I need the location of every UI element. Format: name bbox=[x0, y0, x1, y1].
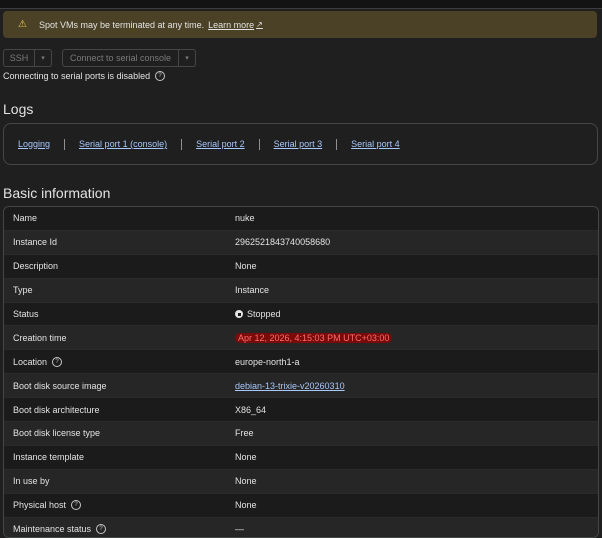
table-row: In use by None bbox=[4, 469, 598, 494]
row-key: Boot disk architecture bbox=[13, 404, 100, 415]
basic-information-table: Name nuke Instance Id 296252184374005868… bbox=[3, 206, 599, 538]
creation-time-value: Apr 12, 2026, 4:15:03 PM UTC+03:00 bbox=[235, 332, 393, 343]
row-key: Maintenance status ? bbox=[4, 524, 235, 535]
table-row: Type Instance bbox=[4, 278, 598, 303]
boot-disk-image-link-text[interactable]: debian-13-trixie-v20260310 bbox=[235, 381, 345, 391]
logs-links-panel: Logging Serial port 1 (console) Serial p… bbox=[3, 123, 598, 165]
row-key: Boot disk license type bbox=[13, 428, 101, 439]
table-row: Instance Id 2962521843740058680 bbox=[4, 230, 598, 255]
chevron-down-icon: ▾ bbox=[41, 55, 45, 62]
row-value: None bbox=[235, 500, 257, 511]
location-key-text: Location bbox=[13, 356, 48, 367]
ssh-button[interactable]: SSH bbox=[3, 49, 35, 67]
table-row: Location ? europe-north1-a bbox=[4, 350, 598, 375]
table-row: Boot disk license type Free bbox=[4, 422, 598, 446]
serial-port-3-link[interactable]: Serial port 3 bbox=[274, 139, 323, 149]
row-value: — bbox=[235, 524, 244, 535]
serial-port-1-link[interactable]: Serial port 1 (console) bbox=[79, 139, 167, 149]
warning-icon: ⚠ bbox=[18, 19, 27, 30]
chevron-down-icon: ▾ bbox=[185, 55, 189, 62]
learn-more-link[interactable]: Learn more ↗ bbox=[208, 20, 263, 30]
spot-vm-warning-banner: ⚠ Spot VMs may be terminated at any time… bbox=[3, 11, 597, 38]
row-key: In use by bbox=[13, 476, 50, 487]
table-row: Physical host ? None bbox=[4, 493, 598, 518]
row-value: None bbox=[235, 476, 257, 487]
row-key: Instance template bbox=[13, 452, 85, 463]
physical-host-key-text: Physical host bbox=[13, 500, 67, 511]
divider bbox=[258, 138, 260, 150]
table-row: Name nuke bbox=[4, 207, 598, 231]
ssh-button-group: SSH ▾ bbox=[3, 49, 52, 67]
serial-console-dropdown-button[interactable]: ▾ bbox=[179, 49, 196, 67]
creation-time-text: Apr 12, 2026, 4:15:03 PM UTC+03:00 bbox=[235, 332, 393, 343]
row-key: Physical host ? bbox=[4, 500, 235, 511]
help-icon[interactable]: ? bbox=[96, 524, 107, 535]
ssh-dropdown-button[interactable]: ▾ bbox=[35, 49, 52, 67]
row-value: europe-north1-a bbox=[235, 356, 300, 367]
maintenance-status-key-text: Maintenance status bbox=[13, 524, 92, 535]
row-value: X86_64 bbox=[235, 404, 267, 415]
table-row: Instance template None bbox=[4, 445, 598, 470]
row-value: nuke bbox=[235, 213, 255, 224]
connect-serial-console-button[interactable]: Connect to serial console bbox=[62, 49, 179, 67]
table-row: Boot disk architecture X86_64 bbox=[4, 398, 598, 423]
basic-information-heading: Basic information bbox=[3, 185, 111, 201]
warning-text: Spot VMs may be terminated at any time. bbox=[39, 19, 205, 30]
row-key: Type bbox=[13, 285, 33, 296]
row-value: Free bbox=[235, 428, 254, 439]
row-key: Boot disk source image bbox=[13, 380, 107, 391]
row-key: Description bbox=[13, 261, 59, 272]
help-icon[interactable]: ? bbox=[155, 71, 166, 81]
table-row: Boot disk source image debian-13-trixie-… bbox=[4, 374, 598, 399]
serial-port-2-link[interactable]: Serial port 2 bbox=[196, 139, 245, 149]
row-value: None bbox=[235, 452, 257, 463]
row-value: None bbox=[235, 261, 257, 272]
row-key: Location ? bbox=[4, 356, 235, 367]
help-icon[interactable]: ? bbox=[52, 356, 63, 367]
divider bbox=[181, 138, 183, 150]
divider bbox=[64, 138, 66, 150]
row-value: Instance bbox=[235, 285, 270, 296]
serial-disabled-note: Connecting to serial ports is disabled ? bbox=[3, 71, 166, 81]
serial-port-4-link[interactable]: Serial port 4 bbox=[351, 139, 400, 149]
serial-console-button-group: Connect to serial console ▾ bbox=[62, 49, 196, 67]
row-key: Creation time bbox=[13, 332, 67, 343]
table-row: Description None bbox=[4, 254, 598, 279]
status-value: Stopped bbox=[235, 309, 281, 319]
stopped-icon bbox=[235, 310, 243, 318]
logs-heading: Logs bbox=[3, 101, 34, 117]
logging-link[interactable]: Logging bbox=[18, 139, 50, 149]
row-key: Instance Id bbox=[13, 237, 58, 248]
table-row: Maintenance status ? — bbox=[4, 517, 598, 537]
boot-disk-image-link: debian-13-trixie-v20260310 bbox=[235, 381, 345, 391]
help-icon[interactable]: ? bbox=[71, 500, 82, 511]
top-bar bbox=[0, 0, 602, 9]
external-link-icon: ↗ bbox=[256, 20, 263, 29]
status-text: Stopped bbox=[247, 309, 281, 319]
learn-more-label[interactable]: Learn more bbox=[208, 20, 254, 30]
table-row: Creation time Apr 12, 2026, 4:15:03 PM U… bbox=[4, 326, 598, 351]
row-value: 2962521843740058680 bbox=[235, 237, 331, 248]
table-row: Status Stopped bbox=[4, 302, 598, 327]
row-key: Name bbox=[13, 213, 38, 224]
divider bbox=[336, 138, 338, 150]
row-key: Status bbox=[13, 309, 39, 319]
serial-disabled-text: Connecting to serial ports is disabled bbox=[3, 71, 151, 81]
